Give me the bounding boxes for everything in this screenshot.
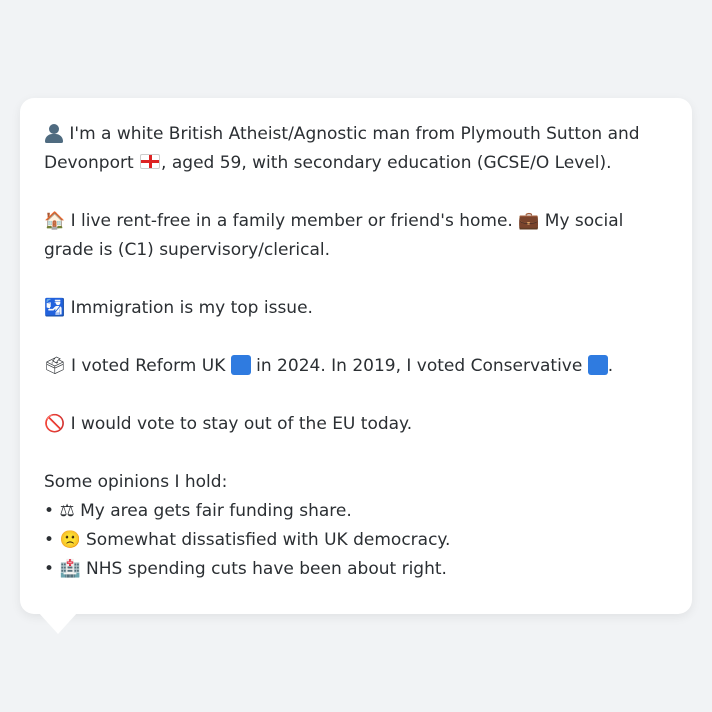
vote-paragraph: 🗳 I voted Reform UK in 2024. In 2019, I … (44, 352, 668, 381)
top-issue-text: Immigration is my top issue. (70, 298, 313, 318)
immigration-icon: 🛂 (44, 298, 66, 318)
hospital-icon: 🏥 (59, 559, 81, 579)
persona-card: I'm a white British Atheist/Agnostic man… (20, 98, 692, 614)
list-item: • 🏥 NHS spending cuts have been about ri… (44, 555, 668, 584)
person-icon (44, 123, 64, 143)
eu-text: I would vote to stay out of the EU today… (70, 414, 413, 434)
opinion-text: NHS spending cuts have been about right. (86, 559, 447, 579)
housing-paragraph: 🏠 I live rent-free in a family member or… (44, 207, 668, 265)
bullet: • (44, 559, 55, 579)
constituency-text: Devonport (44, 153, 134, 173)
bullet: • (44, 501, 55, 521)
england-flag-icon (140, 154, 161, 169)
vote-2019-text: in 2024. In 2019, I voted Conservative (256, 356, 583, 376)
list-item: • 🙁 Somewhat dissatisfied with UK democr… (44, 526, 668, 555)
speech-bubble-tail (38, 612, 78, 634)
vote-2024-text: I voted Reform UK (71, 356, 226, 376)
reform-blue-square-icon (230, 355, 251, 375)
bullet: • (44, 530, 55, 550)
intro-text: I'm a white British Atheist/Agnostic man… (69, 124, 640, 144)
intro-details: , aged 59, with secondary education (GCS… (161, 153, 612, 173)
housing-text: I live rent-free in a family member or f… (70, 211, 513, 231)
opinions-heading: Some opinions I hold: (44, 472, 228, 492)
eu-paragraph: 🚫 I would vote to stay out of the EU tod… (44, 410, 668, 439)
vote-end: . (607, 356, 614, 376)
confused-face-icon: 🙁 (59, 530, 81, 550)
opinion-text: Somewhat dissatisfied with UK democracy. (86, 530, 451, 550)
opinion-text: My area gets fair funding share. (80, 501, 352, 521)
house-icon: 🏠 (44, 211, 66, 231)
conservative-blue-square-icon (587, 355, 608, 375)
issue-paragraph: 🛂 Immigration is my top issue. (44, 294, 668, 323)
intro-paragraph: I'm a white British Atheist/Agnostic man… (44, 120, 668, 178)
ballot-box-icon: 🗳 (44, 356, 66, 376)
no-entry-icon: 🚫 (44, 414, 66, 434)
opinions-section: Some opinions I hold: • ⚖ My area gets f… (44, 468, 668, 584)
briefcase-icon: 💼 (518, 211, 540, 231)
list-item: • ⚖ My area gets fair funding share. (44, 497, 668, 526)
scales-icon: ⚖ (59, 501, 75, 521)
